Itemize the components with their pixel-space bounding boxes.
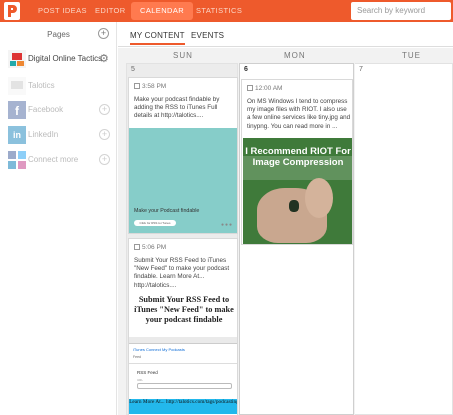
post-text: Submit Your RSS Feed to iTunes "New Feed…: [134, 257, 230, 289]
linkedin-icon: in: [8, 126, 26, 144]
date-number: 6: [244, 66, 248, 73]
add-page-icon[interactable]: +: [98, 28, 109, 39]
day-column-mon[interactable]: 6 12:00 AM On MS Windows I tend to compr…: [239, 63, 354, 415]
pages-sidebar: Pages + Digital Online Tactics ⚙ Talotic…: [0, 22, 117, 415]
sidebar-item-linkedin[interactable]: in LinkedIn +: [0, 125, 117, 147]
day-header-tue: TUE: [402, 51, 421, 60]
calendar-grid: SUN MON TUE 5 3:58 PM Make your podcast …: [118, 48, 453, 415]
sidebar-item-digital-online-tactics[interactable]: Digital Online Tactics ⚙: [0, 49, 117, 71]
day-header-sun: SUN: [173, 51, 193, 60]
add-linkedin-icon[interactable]: +: [99, 129, 110, 140]
screenshot-url-label: URL: [137, 378, 144, 382]
divider: [129, 363, 237, 364]
post-image: I Recommend RIOT For Image Compression: [243, 138, 352, 244]
post-image: Make your Podcast findable Click for RSS…: [129, 128, 237, 233]
social-grid-icon: [8, 151, 26, 169]
browser-url-bar: [129, 337, 237, 344]
sidebar-item-talotics[interactable]: Talotics: [0, 76, 117, 98]
page-thumbnail-icon: [8, 77, 26, 95]
post-image-headline: Submit Your RSS Feed to iTunes "New Feed…: [131, 295, 237, 335]
nav-statistics[interactable]: STATISTICS: [196, 0, 242, 22]
screenshot-rss-field: [137, 383, 232, 389]
tab-my-content[interactable]: MY CONTENT: [130, 31, 185, 45]
date-number: 5: [131, 66, 135, 73]
add-connection-icon[interactable]: +: [99, 154, 110, 165]
sidebar-item-connect-more[interactable]: Connect more +: [0, 150, 117, 172]
day-column-sun[interactable]: 5 3:58 PM Make your podcast findable by …: [126, 63, 238, 415]
post-text: Make your podcast findable by adding the…: [134, 96, 220, 120]
sidebar-item-label: Connect more: [28, 155, 79, 164]
day-header-mon: MON: [284, 51, 306, 60]
screenshot-rss-label: RSS Feed: [137, 370, 158, 375]
hand-thumb-shape: [305, 178, 333, 218]
tab-events[interactable]: EVENTS: [191, 31, 224, 40]
gear-icon[interactable]: ⚙: [99, 52, 109, 65]
sidebar-item-label: Facebook: [28, 105, 64, 114]
image-button-text: Click for RSS to iTunes: [134, 220, 176, 226]
carousel-dots-icon[interactable]: ●●●: [221, 222, 233, 228]
sidebar-item-label: Digital Online Tactics: [28, 54, 103, 63]
post-card[interactable]: 12:00 AM On MS Windows I tend to compres…: [241, 79, 353, 245]
post-time: 3:58 PM: [134, 83, 166, 90]
sidebar-item-label: Talotics: [28, 81, 55, 90]
top-navigation-bar: POST IDEAS EDITOR CALENDAR STATISTICS Se…: [0, 0, 453, 22]
screenshot-subtitle: Feed: [133, 355, 141, 359]
sidebar-item-label: LinkedIn: [28, 130, 59, 139]
post-card[interactable]: 3:58 PM Make your podcast findable by ad…: [128, 77, 238, 234]
add-facebook-icon[interactable]: +: [99, 104, 110, 115]
post-image-banner: Learn More At... http://talotics.com/tag…: [129, 399, 237, 414]
app-logo-icon[interactable]: [4, 2, 20, 20]
date-number: 7: [359, 66, 363, 73]
content-tabs: MY CONTENT EVENTS: [118, 22, 453, 47]
facebook-icon: f: [8, 101, 26, 119]
image-title: I Recommend RIOT For Image Compression: [245, 146, 351, 168]
nav-calendar[interactable]: CALENDAR: [131, 2, 194, 20]
nav-editor[interactable]: EDITOR: [95, 0, 126, 22]
post-image-screenshot: iTunes Connect My Podcasts Feed RSS Feed…: [129, 337, 237, 399]
post-card[interactable]: 5:06 PM Submit Your RSS Feed to iTunes "…: [128, 238, 238, 415]
image-caption: Make your Podcast findable: [134, 208, 200, 214]
calendar-icon: [134, 83, 140, 89]
bug-shape: [289, 200, 299, 212]
post-time: 5:06 PM: [134, 244, 166, 251]
screenshot-title: iTunes Connect My Podcasts: [133, 347, 185, 352]
day-column-tue[interactable]: 7: [355, 63, 453, 415]
post-time: 12:00 AM: [247, 85, 282, 92]
page-thumbnail-icon: [8, 50, 26, 68]
calendar-icon: [134, 244, 140, 250]
search-input[interactable]: Search by keyword: [351, 2, 451, 20]
calendar-icon: [247, 85, 253, 91]
post-text: On MS Windows I tend to compress my imag…: [247, 98, 351, 130]
sidebar-item-facebook[interactable]: f Facebook +: [0, 100, 117, 122]
nav-post-ideas[interactable]: POST IDEAS: [38, 0, 87, 22]
